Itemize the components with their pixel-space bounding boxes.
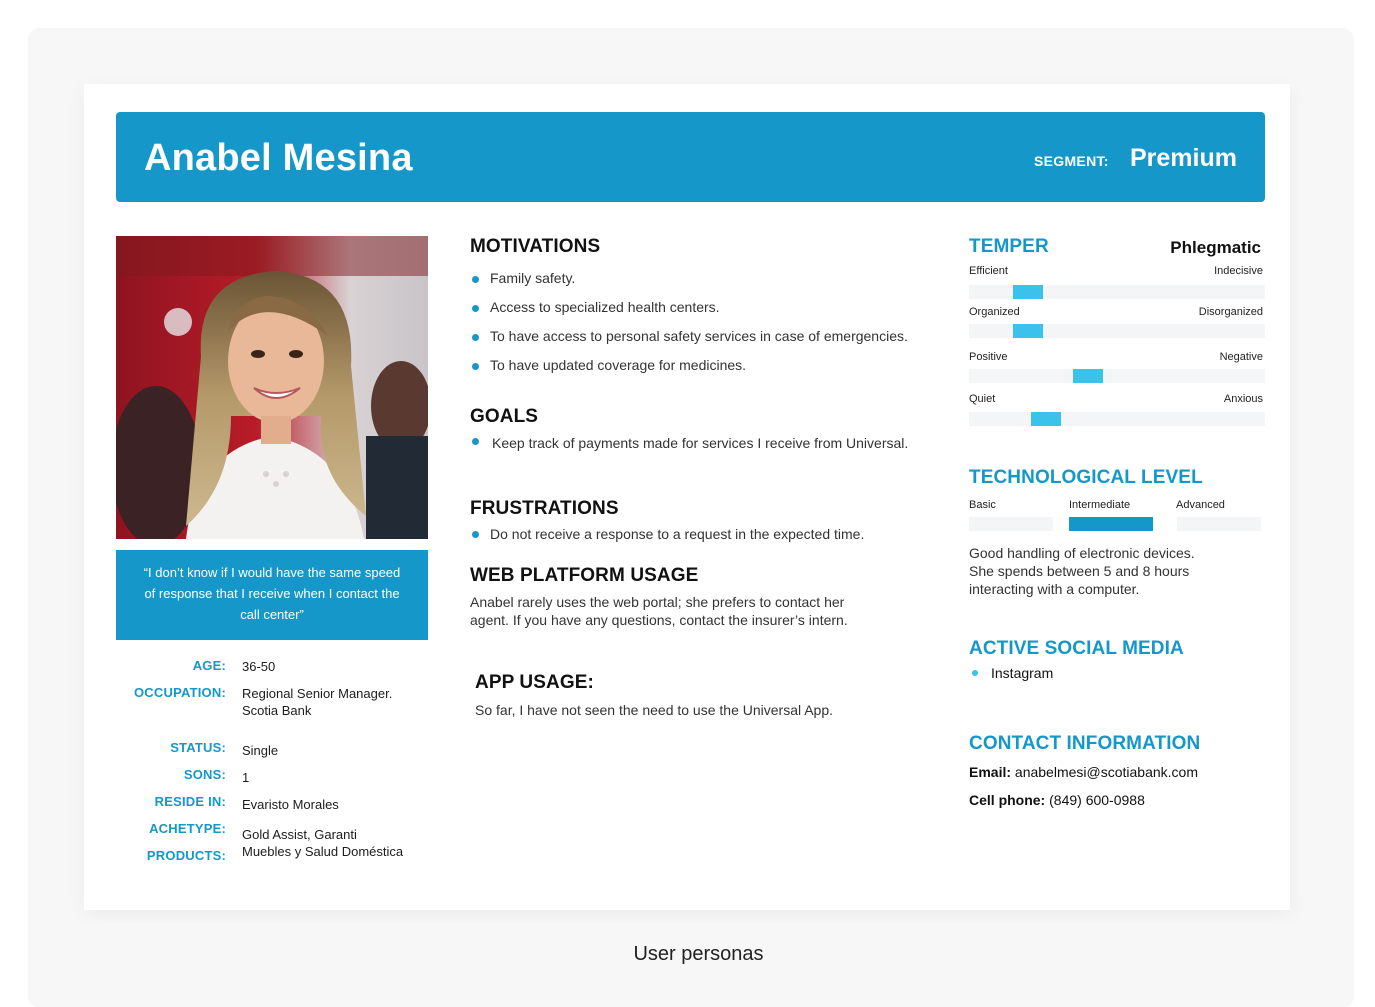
persona-header: Anabel Mesina SEGMENT: Premium [116,112,1265,202]
persona-quote: “I don’t know if I would have the same s… [116,550,428,640]
temper-scale-marker [1013,324,1043,338]
achetype-label: ACHETYPE: [149,821,226,836]
segment-label: SEGMENT: [1034,153,1109,169]
page-caption: User personas [633,943,764,965]
app-usage-title: APP USAGE: [475,672,594,693]
email-value[interactable]: anabelmesi@scotiabank.com [1015,764,1198,780]
goal-item: Keep track of payments made for services… [492,435,909,451]
age-label: AGE: [192,658,226,673]
app-usage-text: So far, I have not seen the need to use … [475,702,834,718]
bullet-icon [472,531,479,538]
social-media-item: Instagram [991,665,1054,681]
social-media-title: ACTIVE SOCIAL MEDIA [969,638,1184,659]
reside-label: RESIDE IN: [154,794,226,809]
temper-title: TEMPER [969,236,1049,257]
contact-phone: Cell phone: (849) 600-0988 [969,792,1145,808]
bullet-icon [472,363,479,370]
bullet-icon [472,276,479,283]
temper-scale-left-label: Quiet [969,393,996,405]
temper-scale-marker [1073,369,1103,383]
temper-scale-right-label: Anxious [1223,393,1263,405]
goals-title: GOALS [470,406,539,427]
temper-scale-track [969,412,1265,426]
tech-level-label-intermediate: Intermediate [1069,499,1131,511]
sons-label: SONS: [183,767,226,782]
motivations-title: MOTIVATIONS [470,236,601,257]
bullet-icon [472,334,479,341]
email-label: Email: [969,764,1012,780]
products-label: PRODUCTS: [146,848,226,863]
temper-scale-marker [1031,412,1061,426]
tech-level-cell [969,517,1053,531]
temper-scale-track [969,285,1265,299]
phone-value[interactable]: (849) 600-0988 [1049,792,1145,808]
persona-photo [116,236,428,539]
tech-level-label-advanced: Advanced [1176,499,1225,511]
occupation-value-line-2: Scotia Bank [242,703,312,718]
reside-value: Evaristo Morales [242,797,339,812]
tech-level-title: TECHNOLOGICAL LEVEL [969,467,1203,488]
status-value: Single [242,743,279,758]
temper-value: Phlegmatic [1170,238,1261,257]
tech-level-cell [1069,517,1153,531]
occupation-label: OCCUPATION: [134,685,226,700]
motivation-item: To have updated coverage for medicines. [490,357,747,373]
motivation-item: To have access to personal safety servic… [490,328,908,344]
temper-scale-marker [1013,285,1043,299]
temper-scale-right-label: Indecisive [1214,265,1263,277]
temper-scale-track [969,324,1265,338]
tech-desc-line-2: She spends between 5 and 8 hours [969,563,1190,579]
bullet-icon [472,438,479,445]
persona-name: Anabel Mesina [144,137,413,179]
frustrations-title: FRUSTRATIONS [470,498,619,519]
status-label: STATUS: [170,740,226,755]
products-value-line-2: Muebles y Salud Doméstica [242,844,404,859]
temper-scale-left-label: Organized [969,306,1020,318]
sons-value: 1 [242,770,250,785]
web-usage-line-2: agent. If you have any questions, contac… [470,612,848,628]
occupation-value-line-1: Regional Senior Manager. [242,686,393,701]
bullet-icon [472,305,479,312]
products-value-line-1: Gold Assist, Garanti [242,827,357,842]
temper-scale-left-label: Positive [969,351,1008,363]
temper-scale-right-label: Negative [1219,351,1263,363]
temper-scale-right-label: Disorganized [1198,306,1263,318]
tech-desc-line-1: Good handling of electronic devices. [969,545,1195,561]
temper-scale-track [969,369,1265,383]
temper-scale-left-label: Efficient [969,265,1008,277]
phone-label: Cell phone: [969,792,1046,808]
web-usage-line-1: Anabel rarely uses the web portal; she p… [470,594,845,610]
contact-title: CONTACT INFORMATION [969,733,1201,754]
bullet-icon [972,670,978,676]
age-value: 36-50 [242,659,276,674]
motivation-item: Family safety. [490,270,576,286]
tech-desc-line-3: interacting with a computer. [969,581,1140,597]
tech-level-cell [1177,517,1261,531]
web-usage-title: WEB PLATFORM USAGE [470,565,699,586]
frustration-item: Do not receive a response to a request i… [490,526,865,542]
motivation-item: Access to specialized health centers. [490,299,720,315]
segment-value: Premium [1130,144,1237,172]
persona-photo-illustration [116,236,428,539]
contact-email: Email: anabelmesi@scotiabank.com [969,764,1198,780]
tech-level-label-basic: Basic [969,499,996,511]
